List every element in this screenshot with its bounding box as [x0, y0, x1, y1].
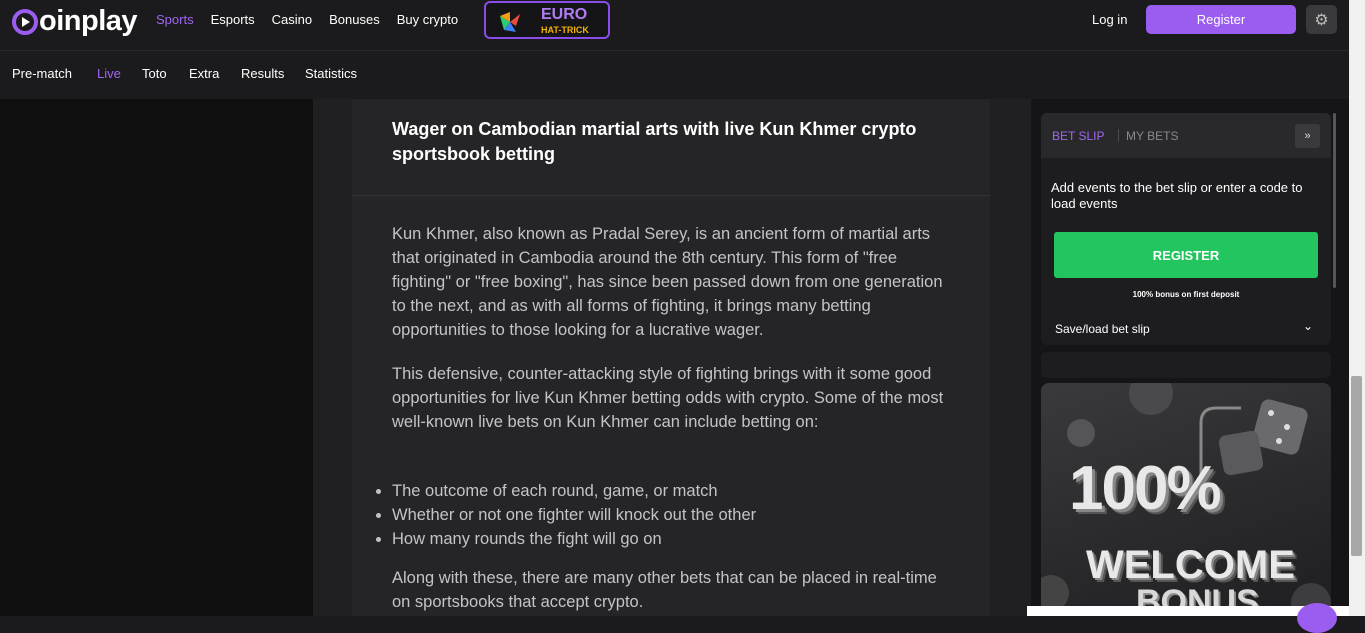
login-link[interactable]: Log in [1092, 12, 1127, 27]
nav-buy-crypto[interactable]: Buy crypto [397, 12, 458, 27]
article-paragraph-3: Along with these, there are many other b… [392, 569, 937, 611]
list-item: The outcome of each round, game, or matc… [376, 479, 952, 503]
register-button[interactable]: Register [1146, 5, 1296, 34]
subnav-results[interactable]: Results [241, 66, 284, 81]
collapse-bet-slip-button[interactable]: » [1295, 124, 1320, 148]
euro-hat-trick-promo[interactable]: EURO HAT-TRICK [484, 1, 610, 39]
logo-text: oinplay [39, 5, 138, 37]
tab-divider [1118, 129, 1119, 142]
main-nav: Sports Esports Casino Bonuses Buy crypto [156, 12, 475, 27]
seo-article: Wager on Cambodian martial arts with liv… [352, 99, 990, 616]
nav-esports[interactable]: Esports [211, 12, 255, 27]
list-item: Whether or not one fighter will knock ou… [376, 503, 952, 527]
promo-ball-icon [500, 12, 520, 32]
article-bullet-list: The outcome of each round, game, or matc… [376, 479, 952, 551]
nav-casino[interactable]: Casino [272, 12, 312, 27]
bet-slip-register-button[interactable]: REGISTER [1054, 232, 1318, 278]
double-chevron-right-icon: » [1304, 130, 1311, 142]
welcome-bonus-banner[interactable]: 100% WELCOME BONUS [1041, 383, 1331, 616]
subnav-live[interactable]: Live [97, 66, 121, 81]
tab-my-bets[interactable]: MY BETS [1126, 129, 1178, 143]
subnav-extra[interactable]: Extra [189, 66, 219, 81]
article-paragraph-2: This defensive, counter-attacking style … [392, 365, 944, 431]
banner-welcome: WELCOME [1086, 543, 1295, 587]
list-item: How many rounds the fight will go on [376, 527, 952, 551]
nav-sports[interactable]: Sports [156, 12, 194, 27]
banner-100-percent: 100% [1069, 454, 1222, 523]
settings-button[interactable]: ⚙ [1306, 5, 1337, 34]
first-deposit-bonus-note: 100% bonus on first deposit [1132, 290, 1240, 299]
save-load-bet-slip-toggle[interactable]: Save/load bet slip [1055, 322, 1150, 336]
bet-slip-scrollbar[interactable] [1333, 113, 1336, 288]
bet-slip-panel: BET SLIP MY BETS » Add events to the bet… [1041, 113, 1331, 345]
article-paragraph-1: Kun Khmer, also known as Pradal Serey, i… [392, 225, 943, 339]
bet-slip-empty-message: Add events to the bet slip or enter a co… [1051, 180, 1303, 211]
logo-play-icon [12, 8, 38, 35]
chat-bubble-icon[interactable] [1297, 603, 1337, 633]
sub-nav: Pre-match Live Toto Extra Results Statis… [0, 50, 1349, 99]
nav-bonuses[interactable]: Bonuses [329, 12, 380, 27]
promo-subtitle: HAT-TRICK [541, 25, 589, 35]
gear-icon: ⚙ [1314, 11, 1329, 29]
tab-bet-slip[interactable]: BET SLIP [1052, 129, 1104, 143]
promo-title: EURO [541, 6, 588, 23]
subnav-pre-match[interactable]: Pre-match [12, 66, 72, 81]
left-sidebar [0, 99, 313, 616]
chevron-down-icon[interactable]: ⌄ [1303, 319, 1313, 333]
article-title: Wager on Cambodian martial arts with liv… [392, 119, 917, 164]
article-divider [352, 195, 990, 196]
subnav-toto[interactable]: Toto [142, 66, 167, 81]
subnav-statistics[interactable]: Statistics [305, 66, 357, 81]
bet-slip-header: BET SLIP MY BETS » [1041, 113, 1331, 158]
page-scrollbar-thumb[interactable] [1351, 376, 1362, 556]
empty-widget [1041, 352, 1331, 378]
top-bar: oinplay Sports Esports Casino Bonuses Bu… [0, 0, 1349, 50]
coinplay-logo[interactable]: oinplay [12, 5, 138, 38]
